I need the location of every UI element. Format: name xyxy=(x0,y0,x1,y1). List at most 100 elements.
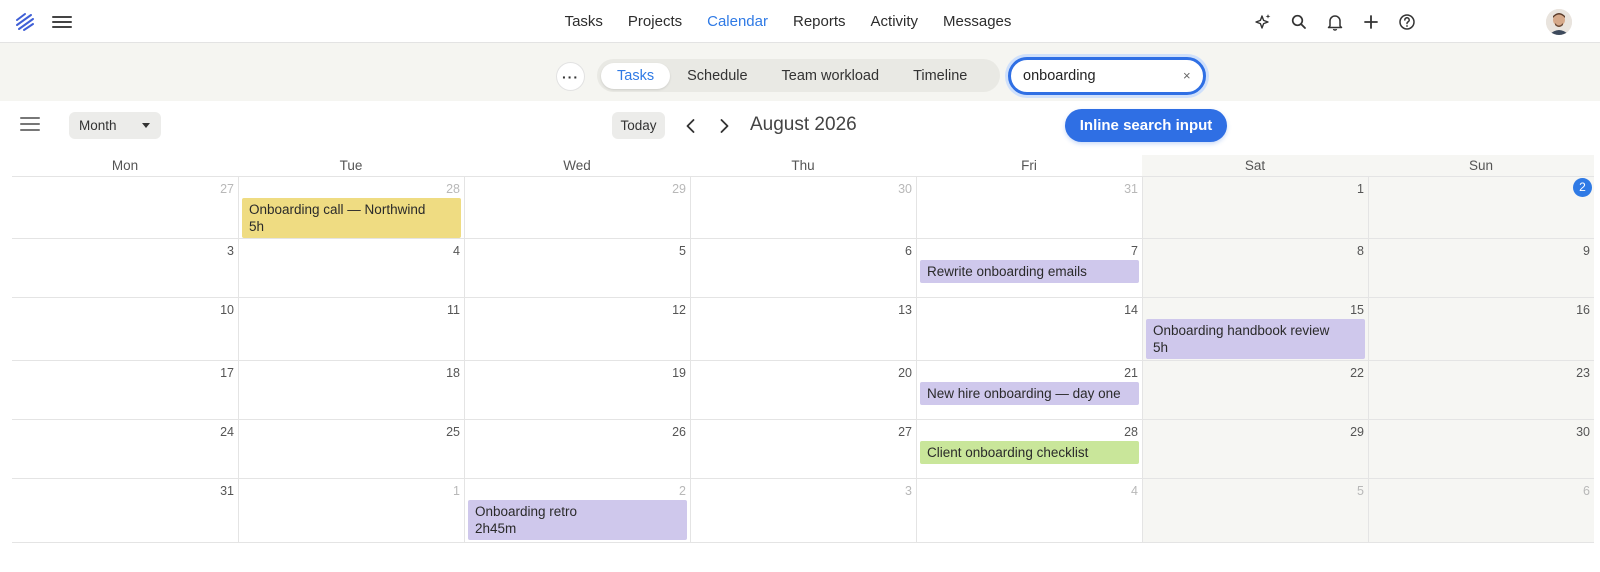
day-number: 31 xyxy=(220,484,234,498)
day-cell[interactable]: 20 xyxy=(690,361,916,419)
day-number: 22 xyxy=(1350,366,1364,380)
calendar-view-select-label: Month xyxy=(79,118,117,133)
day-cell[interactable]: 29 xyxy=(1142,420,1368,478)
day-cell[interactable]: 10 xyxy=(12,298,238,360)
day-cell[interactable]: 8 xyxy=(1142,239,1368,297)
day-cell[interactable]: 5 xyxy=(1142,479,1368,542)
calendar-view-select[interactable]: Month xyxy=(69,112,161,139)
day-cell[interactable]: 31 xyxy=(12,479,238,542)
tab-tasks[interactable]: Tasks xyxy=(601,62,671,89)
more-options-button[interactable]: ··· xyxy=(557,63,584,90)
day-cell[interactable]: 28 Client onboarding checklist xyxy=(916,420,1142,478)
event-duration: 5h xyxy=(249,219,265,234)
day-cell[interactable]: 9 xyxy=(1368,239,1594,297)
nav-item-activity[interactable]: Activity xyxy=(858,0,931,43)
day-cell[interactable]: 3 xyxy=(690,479,916,542)
bell-icon[interactable] xyxy=(1325,12,1345,32)
day-cell[interactable]: 3 xyxy=(12,239,238,297)
day-cell[interactable]: 22 xyxy=(1142,361,1368,419)
day-cell[interactable]: 14 xyxy=(916,298,1142,360)
day-number: 10 xyxy=(220,303,234,317)
day-cell[interactable]: 15 Onboarding handbook review 5h xyxy=(1142,298,1368,360)
calendar-event[interactable]: Onboarding retro 2h45m xyxy=(468,500,687,540)
day-number: 14 xyxy=(1124,303,1138,317)
nav-item-tasks[interactable]: Tasks xyxy=(552,0,615,43)
day-cell[interactable]: 5 xyxy=(464,239,690,297)
day-number: 19 xyxy=(672,366,686,380)
view-tabs: Tasks Schedule Team workload Timeline xyxy=(597,59,1000,92)
day-number: 5 xyxy=(679,244,686,258)
calendar-event[interactable]: New hire onboarding — day one xyxy=(920,382,1139,405)
plus-icon[interactable] xyxy=(1361,12,1381,32)
day-cell[interactable]: 13 xyxy=(690,298,916,360)
day-number: 12 xyxy=(672,303,686,317)
day-cell[interactable]: 6 xyxy=(1368,479,1594,542)
day-cell[interactable]: 4 xyxy=(238,239,464,297)
calendar-event[interactable]: Onboarding handbook review 5h xyxy=(1146,319,1365,359)
calendar-event[interactable]: Client onboarding checklist xyxy=(920,441,1139,464)
nav-item-reports[interactable]: Reports xyxy=(780,0,858,43)
day-cell[interactable]: 27 xyxy=(690,420,916,478)
day-cell[interactable]: 2 xyxy=(1368,177,1594,238)
day-number: 16 xyxy=(1576,303,1590,317)
day-number: 5 xyxy=(1357,484,1364,498)
main-menu-icon[interactable] xyxy=(52,13,72,31)
day-cell[interactable]: 24 xyxy=(12,420,238,478)
day-number: 27 xyxy=(898,425,912,439)
day-number: 21 xyxy=(1124,366,1138,380)
clear-search-icon[interactable]: × xyxy=(1183,68,1191,83)
day-cell[interactable]: 12 xyxy=(464,298,690,360)
day-cell[interactable]: 23 xyxy=(1368,361,1594,419)
day-cell[interactable]: 7 Rewrite onboarding emails xyxy=(916,239,1142,297)
user-avatar[interactable] xyxy=(1546,9,1572,35)
day-cell[interactable]: 30 xyxy=(1368,420,1594,478)
day-cell[interactable]: 17 xyxy=(12,361,238,419)
day-cell[interactable]: 26 xyxy=(464,420,690,478)
tab-schedule[interactable]: Schedule xyxy=(670,62,764,90)
chevron-right-icon[interactable] xyxy=(714,116,734,136)
calendar-event[interactable]: Rewrite onboarding emails xyxy=(920,260,1139,283)
day-cell[interactable]: 21 New hire onboarding — day one xyxy=(916,361,1142,419)
day-cell[interactable]: 27 xyxy=(12,177,238,238)
search-input[interactable] xyxy=(1023,66,1173,86)
day-cell[interactable]: 4 xyxy=(916,479,1142,542)
inline-search-input-button[interactable]: Inline search input xyxy=(1065,109,1227,142)
day-cell[interactable]: 28 Onboarding call — Northwind 5h xyxy=(238,177,464,238)
chevron-left-icon[interactable] xyxy=(681,116,701,136)
day-number: 2 xyxy=(679,484,686,498)
nav-item-calendar[interactable]: Calendar xyxy=(695,0,781,43)
help-icon[interactable] xyxy=(1397,12,1417,32)
day-cell[interactable]: 2 Onboarding retro 2h45m xyxy=(464,479,690,542)
week-row: 31 1 2 Onboarding retro 2h45m 3 4 5 6 xyxy=(12,479,1594,543)
day-number: 3 xyxy=(905,484,912,498)
tab-timeline[interactable]: Timeline xyxy=(896,62,984,90)
weekday-fri: Fri xyxy=(1021,158,1037,173)
event-title: Onboarding handbook review xyxy=(1153,323,1330,338)
day-cell[interactable]: 29 xyxy=(464,177,690,238)
calendar-event[interactable]: Onboarding call — Northwind 5h xyxy=(242,198,461,238)
calendar-sidebar-toggle-icon[interactable] xyxy=(20,117,40,131)
today-button[interactable]: Today xyxy=(612,112,665,139)
day-cell[interactable]: 30 xyxy=(690,177,916,238)
day-cell[interactable]: 25 xyxy=(238,420,464,478)
day-cell[interactable]: 16 xyxy=(1368,298,1594,360)
week-row: 3 4 5 6 7 Rewrite onboarding emails 8 9 xyxy=(12,239,1594,298)
nav-item-projects[interactable]: Projects xyxy=(615,0,694,43)
app-logo-icon[interactable] xyxy=(14,11,36,33)
week-row: 27 28 Onboarding call — Northwind 5h 29 30 31 1… xyxy=(12,177,1594,239)
nav-item-messages[interactable]: Messages xyxy=(931,0,1024,43)
day-cell[interactable]: 18 xyxy=(238,361,464,419)
day-cell[interactable]: 11 xyxy=(238,298,464,360)
event-title: Onboarding retro xyxy=(475,504,578,519)
month-grid: Mon Tue Wed Thu Fri Sat Sun 27 28 Onboarding cal… xyxy=(12,155,1594,543)
search-icon[interactable] xyxy=(1289,12,1309,32)
sparkle-icon[interactable] xyxy=(1253,12,1273,32)
day-cell[interactable]: 1 xyxy=(1142,177,1368,238)
tab-team-workload[interactable]: Team workload xyxy=(765,62,897,90)
day-cell[interactable]: 1 xyxy=(238,479,464,542)
day-cell[interactable]: 6 xyxy=(690,239,916,297)
day-cell[interactable]: 31 xyxy=(916,177,1142,238)
weekday-sat: Sat xyxy=(1142,155,1368,176)
day-cell[interactable]: 19 xyxy=(464,361,690,419)
event-title: Onboarding call — Northwind xyxy=(249,202,426,217)
